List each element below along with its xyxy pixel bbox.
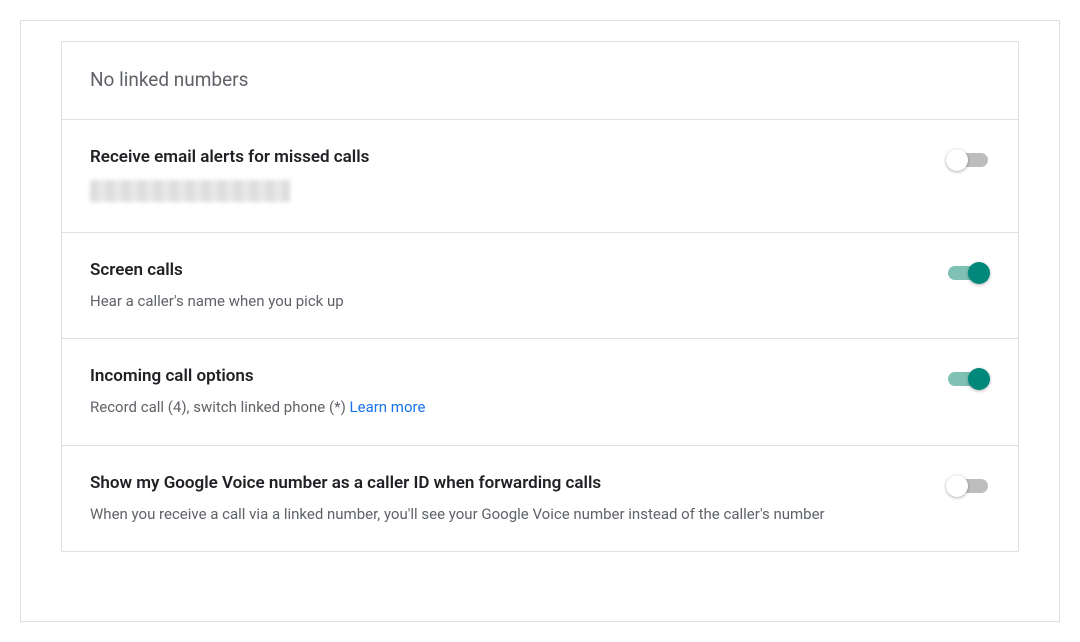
description-text: Record call (4), switch linked phone (*) (90, 398, 350, 416)
setting-description: Record call (4), switch linked phone (*)… (90, 397, 922, 419)
redacted-email (90, 180, 290, 202)
toggle-thumb (968, 368, 990, 390)
learn-more-link[interactable]: Learn more (350, 398, 426, 416)
setting-caller-id: Show my Google Voice number as a caller … (62, 446, 1018, 552)
setting-title: Receive email alerts for missed calls (90, 146, 922, 170)
linked-numbers-header: No linked numbers (62, 42, 1018, 120)
setting-screen-calls: Screen calls Hear a caller's name when y… (62, 233, 1018, 340)
settings-card: No linked numbers Receive email alerts f… (61, 41, 1019, 552)
toggle-thumb (946, 475, 968, 497)
settings-panel: No linked numbers Receive email alerts f… (20, 20, 1060, 622)
toggle-thumb (946, 149, 968, 171)
setting-title: Screen calls (90, 259, 922, 283)
toggle-email-alerts[interactable] (946, 148, 990, 172)
setting-incoming-call-options: Incoming call options Record call (4), s… (62, 339, 1018, 446)
setting-title: Incoming call options (90, 365, 922, 389)
toggle-screen-calls[interactable] (946, 261, 990, 285)
setting-description: Hear a caller's name when you pick up (90, 291, 922, 313)
toggle-thumb (968, 262, 990, 284)
setting-content: Screen calls Hear a caller's name when y… (90, 259, 922, 313)
linked-numbers-title: No linked numbers (90, 68, 248, 91)
setting-email-alerts: Receive email alerts for missed calls (62, 120, 1018, 233)
setting-description: When you receive a call via a linked num… (90, 504, 922, 526)
toggle-caller-id[interactable] (946, 474, 990, 498)
setting-content: Incoming call options Record call (4), s… (90, 365, 922, 419)
setting-content: Receive email alerts for missed calls (90, 146, 922, 206)
setting-content: Show my Google Voice number as a caller … (90, 472, 922, 526)
toggle-incoming-call-options[interactable] (946, 367, 990, 391)
setting-title: Show my Google Voice number as a caller … (90, 472, 922, 496)
